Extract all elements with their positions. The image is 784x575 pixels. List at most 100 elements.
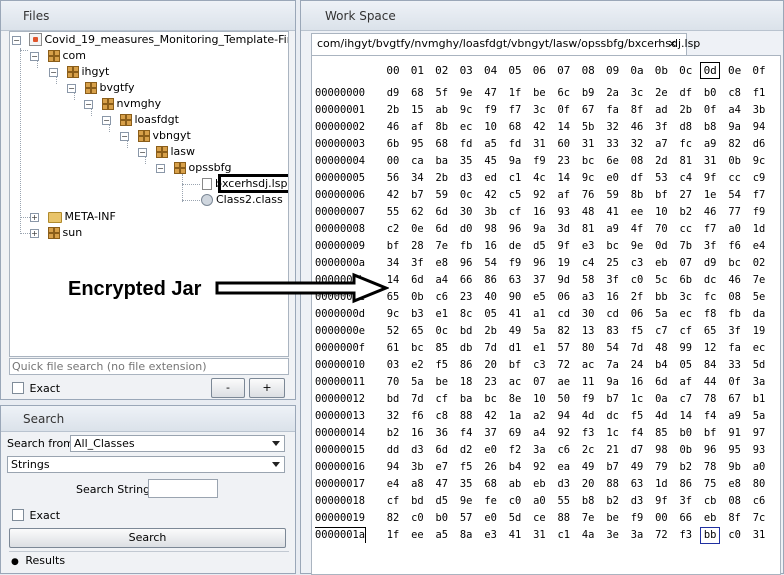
- hex-byte[interactable]: 37: [481, 425, 501, 442]
- hex-byte[interactable]: 52: [383, 323, 403, 340]
- hex-byte[interactable]: 57: [554, 340, 574, 357]
- expand-icon[interactable]: +: [30, 229, 39, 238]
- hex-byte[interactable]: 7c: [749, 510, 769, 527]
- hex-byte[interactable]: 9f: [554, 238, 574, 255]
- hex-byte[interactable]: f9: [529, 153, 549, 170]
- hex-byte[interactable]: 59: [603, 187, 623, 204]
- hex-byte[interactable]: 7d: [627, 340, 647, 357]
- hex-byte[interactable]: dd: [383, 442, 403, 459]
- tree-item-loasfdgt[interactable]: − loasfdgt: [102, 112, 179, 128]
- hex-byte[interactable]: dc: [603, 408, 623, 425]
- hex-byte[interactable]: da: [749, 306, 769, 323]
- hex-byte[interactable]: c0: [627, 272, 647, 289]
- hex-byte[interactable]: 65: [700, 323, 720, 340]
- hex-byte[interactable]: 1d: [651, 476, 671, 493]
- hex-byte[interactable]: d3: [456, 170, 476, 187]
- hex-byte[interactable]: ae: [554, 374, 574, 391]
- hex-byte[interactable]: af: [676, 374, 696, 391]
- hex-viewer[interactable]: 00 01 02 03 04 05 06 07 08 09 0a 0b 0c 0d 0e 0f 0000000…: [311, 55, 781, 575]
- hex-byte[interactable]: 07: [529, 374, 549, 391]
- hex-byte[interactable]: f4: [700, 408, 720, 425]
- hex-byte[interactable]: 8f: [725, 510, 745, 527]
- hex-byte[interactable]: 0a: [651, 391, 671, 408]
- search-type-select[interactable]: Strings: [7, 456, 285, 473]
- hex-byte[interactable]: ea: [554, 459, 574, 476]
- collapse-icon[interactable]: −: [138, 148, 147, 157]
- hex-byte[interactable]: 97: [749, 425, 769, 442]
- hex-byte[interactable]: 5d: [749, 357, 769, 374]
- hex-byte[interactable]: fd: [456, 136, 476, 153]
- hex-byte[interactable]: 47: [481, 85, 501, 102]
- hex-byte[interactable]: 1c: [627, 391, 647, 408]
- hex-byte[interactable]: 32: [383, 408, 403, 425]
- hex-byte[interactable]: 96: [700, 442, 720, 459]
- hex-byte[interactable]: eb: [651, 255, 671, 272]
- hex-byte[interactable]: e0: [481, 510, 501, 527]
- hex-byte[interactable]: c8: [432, 408, 452, 425]
- hex-byte[interactable]: b7: [407, 187, 427, 204]
- hex-byte[interactable]: 96: [529, 255, 549, 272]
- hex-byte[interactable]: 5f: [432, 85, 452, 102]
- hex-byte[interactable]: f5: [456, 459, 476, 476]
- hex-byte[interactable]: 03: [383, 357, 403, 374]
- hex-byte[interactable]: 46: [383, 119, 403, 136]
- hex-byte[interactable]: 3f: [651, 119, 671, 136]
- hex-byte[interactable]: 3c: [529, 102, 549, 119]
- hex-byte[interactable]: c7: [676, 391, 696, 408]
- hex-byte[interactable]: f8: [700, 306, 720, 323]
- hex-byte[interactable]: bb: [700, 527, 721, 544]
- hex-byte[interactable]: 42: [481, 187, 501, 204]
- hex-byte[interactable]: 31: [749, 527, 769, 544]
- hex-byte[interactable]: f5: [627, 408, 647, 425]
- hex-byte[interactable]: a0: [725, 221, 745, 238]
- hex-byte[interactable]: 76: [578, 187, 598, 204]
- hex-byte[interactable]: eb: [700, 510, 720, 527]
- hex-byte[interactable]: 79: [651, 459, 671, 476]
- hex-byte[interactable]: 0c: [456, 187, 476, 204]
- hex-byte[interactable]: ed: [481, 170, 501, 187]
- hex-byte[interactable]: 30: [456, 204, 476, 221]
- collapse-icon[interactable]: −: [30, 52, 39, 61]
- hex-byte[interactable]: 40: [481, 289, 501, 306]
- hex-byte[interactable]: 3a: [627, 527, 647, 544]
- hex-byte[interactable]: a5: [481, 136, 501, 153]
- hex-byte[interactable]: 16: [529, 204, 549, 221]
- hex-byte[interactable]: 9c: [456, 102, 476, 119]
- hex-byte[interactable]: 9c: [749, 153, 769, 170]
- hex-byte[interactable]: 46: [725, 272, 745, 289]
- hex-byte[interactable]: f9: [627, 510, 647, 527]
- hex-byte[interactable]: 53: [651, 170, 671, 187]
- hex-byte[interactable]: bc: [725, 255, 745, 272]
- hex-byte[interactable]: a1: [529, 306, 549, 323]
- hex-byte[interactable]: b7: [603, 459, 623, 476]
- hex-byte[interactable]: ba: [432, 153, 452, 170]
- hex-byte[interactable]: a8: [407, 476, 427, 493]
- hex-byte[interactable]: 50: [554, 391, 574, 408]
- hex-byte[interactable]: bf: [700, 425, 720, 442]
- hex-byte[interactable]: a4: [432, 272, 452, 289]
- hex-byte[interactable]: 7e: [432, 238, 452, 255]
- hex-byte[interactable]: 82: [554, 323, 574, 340]
- hex-byte[interactable]: 9c: [578, 170, 598, 187]
- hex-byte[interactable]: 96: [456, 255, 476, 272]
- hex-byte[interactable]: 67: [578, 102, 598, 119]
- hex-byte[interactable]: 9f: [700, 170, 720, 187]
- hex-byte[interactable]: 6d: [651, 374, 671, 391]
- hex-byte[interactable]: 62: [407, 204, 427, 221]
- hex-byte[interactable]: 14: [554, 119, 574, 136]
- hex-byte[interactable]: 28: [407, 238, 427, 255]
- hex-byte[interactable]: 3b: [749, 102, 769, 119]
- hex-byte[interactable]: d0: [456, 221, 476, 238]
- hex-byte[interactable]: d9: [383, 85, 403, 102]
- hex-byte[interactable]: a7: [651, 136, 671, 153]
- hex-byte[interactable]: cd: [603, 306, 623, 323]
- hex-byte[interactable]: a9: [700, 136, 720, 153]
- hex-byte[interactable]: 8b: [432, 119, 452, 136]
- hex-byte[interactable]: 3f: [700, 238, 720, 255]
- hex-byte[interactable]: 67: [725, 391, 745, 408]
- hex-byte[interactable]: 0b: [676, 442, 696, 459]
- hex-byte[interactable]: 54: [481, 255, 501, 272]
- hex-byte[interactable]: bc: [481, 391, 501, 408]
- tree-item-com[interactable]: − com: [30, 48, 86, 64]
- hex-byte[interactable]: 3c: [676, 289, 696, 306]
